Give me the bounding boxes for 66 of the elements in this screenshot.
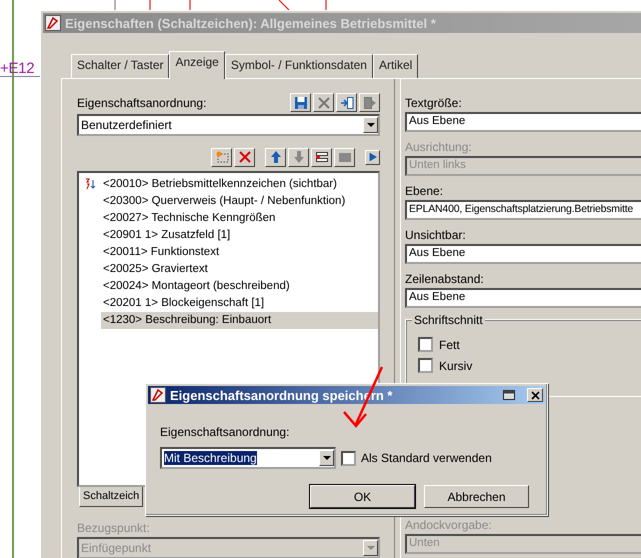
arrow-into-list-icon	[340, 96, 354, 110]
field-label: Andockvorgabe:	[405, 518, 493, 532]
sort-icon	[85, 178, 97, 190]
list-item[interactable]: <20201 1> Blockeigenschaft [1]	[101, 294, 378, 312]
input-field[interactable]: Aus Ebene	[405, 288, 641, 308]
expand-button[interactable]	[365, 150, 380, 165]
list-item[interactable]: <20300> Querverweis (Haupt- / Nebenfunktion)	[101, 192, 378, 210]
row-insert-icon	[314, 150, 328, 164]
cross-icon	[316, 96, 330, 110]
close-icon	[530, 390, 540, 400]
cross-icon	[238, 150, 252, 164]
list-item[interactable]: <20010> Betriebsmittelkennzeichen (sichtbar)	[101, 176, 378, 193]
new-button[interactable]	[211, 148, 232, 167]
group-title: Schriftschnitt	[412, 313, 485, 327]
down-arrow-icon	[292, 150, 306, 164]
checkbox-label: Kursiv	[439, 358, 472, 372]
field-label: Eigenschaftsanordnung:	[77, 96, 206, 110]
tab[interactable]: Anzeige	[169, 51, 225, 79]
list-arrow-out-icon	[362, 96, 376, 110]
field-label: Ausrichtung:	[405, 140, 473, 154]
field-label: Ebene:	[405, 184, 444, 198]
list-item[interactable]: <20011> Funktionstext	[101, 244, 378, 261]
window-icon	[503, 390, 515, 400]
close-button[interactable]	[527, 388, 543, 402]
checkbox[interactable]	[418, 337, 433, 352]
tab[interactable]: Schaltzeich	[79, 486, 144, 508]
square-icon	[338, 150, 352, 164]
field-label: Textgröße:	[405, 96, 463, 110]
checkbox-label: Als Standard verwenden	[361, 451, 492, 465]
export-button[interactable]	[359, 93, 380, 112]
list-item[interactable]: <20025> Graviertext	[101, 260, 378, 278]
new-item-icon	[214, 150, 228, 164]
input-field[interactable]: Aus Ebene	[405, 244, 641, 264]
list-item[interactable]: <20901 1> Zusatzfeld [1]	[101, 226, 378, 244]
checkbox-label: Fett	[439, 338, 460, 352]
arrangement-name-dropdown[interactable]: Mit Beschreibung	[160, 447, 336, 469]
flag-arrow-icon	[368, 152, 378, 162]
field-label: Bezugspunkt:	[77, 521, 151, 536]
window-title: Eigenschaften (Schaltzeichen): Allgemeines Betriebsmittel *	[65, 16, 436, 30]
move-up-button[interactable]	[265, 148, 286, 167]
list-item[interactable]: <20024> Montageort (beschreibend)	[101, 278, 378, 295]
field-label: Zeilenabstand:	[405, 272, 485, 286]
field-label: Unsichtbar:	[405, 228, 467, 242]
field-label: Eigenschaftsanordnung:	[160, 425, 290, 439]
up-arrow-icon	[268, 150, 282, 164]
move-down-button[interactable]	[288, 148, 309, 167]
tab[interactable]: Artikel	[372, 54, 418, 78]
ok-button[interactable]: OK	[310, 485, 415, 508]
save-button[interactable]	[290, 93, 311, 112]
list-item[interactable]: <20027> Technische Kenngrößen	[101, 210, 378, 227]
insert-row-button[interactable]	[311, 148, 332, 167]
import-button[interactable]	[336, 93, 357, 112]
tab[interactable]: Symbol- / Funktionsdaten	[224, 54, 373, 78]
block-button[interactable]	[334, 148, 355, 167]
checkbox[interactable]	[418, 358, 433, 373]
cancel-button[interactable]: Abbrechen	[424, 485, 529, 508]
arrangement-dropdown[interactable]: Benutzerdefiniert	[77, 114, 380, 136]
remove-button[interactable]	[234, 148, 255, 167]
checkbox[interactable]	[341, 450, 356, 466]
input-field[interactable]: EPLAN400, Eigenschaftsplatzierung.Betriebsmitte	[405, 200, 641, 220]
delete-button[interactable]	[313, 93, 334, 112]
dock-button[interactable]	[501, 388, 517, 402]
list-item[interactable]: <1230> Beschreibung: Einbauort	[101, 312, 378, 329]
app-logo-icon	[45, 15, 61, 31]
app-logo-icon	[150, 387, 166, 403]
input-field[interactable]: Aus Ebene	[405, 112, 641, 132]
